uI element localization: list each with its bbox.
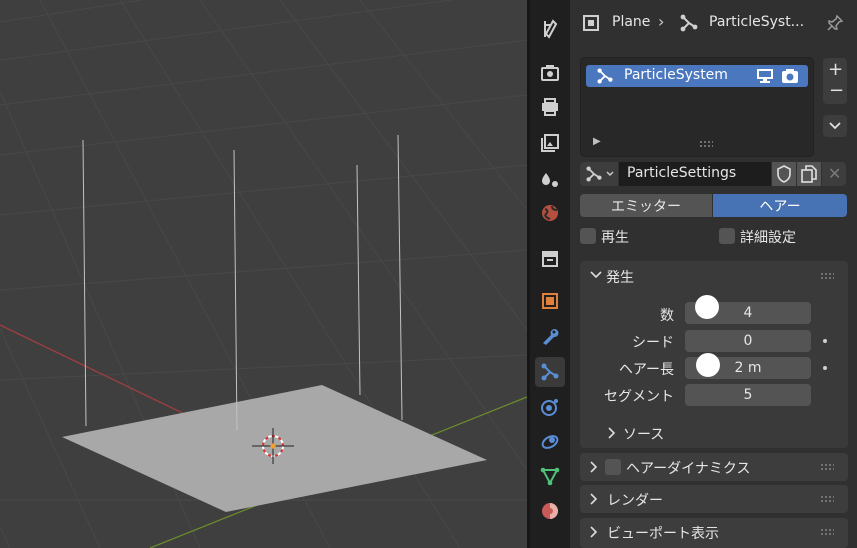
emission-panel-header[interactable]: 発生 — [580, 261, 848, 291]
advanced-label[interactable]: 詳細設定 — [740, 227, 796, 247]
list-item[interactable]: ParticleSystem — [586, 65, 808, 87]
seed-label: シード — [632, 335, 674, 351]
3d-viewport[interactable] — [0, 0, 527, 548]
viewport-display-panel-header[interactable]: ビューポート表示 — [580, 518, 848, 548]
hair-dynamics-panel-header[interactable]: ヘアーダイナミクス — [580, 453, 848, 481]
collection-icon[interactable] — [535, 243, 565, 273]
type-emitter-label[interactable]: エミッター — [580, 196, 712, 216]
breadcrumb-separator-icon: › — [658, 12, 665, 31]
world-icon[interactable] — [535, 198, 565, 228]
hair-length-label: ヘアー長 — [618, 362, 674, 378]
count-label: 数 — [660, 308, 674, 324]
plane-mesh[interactable] — [62, 385, 487, 512]
particles-icon[interactable] — [535, 357, 565, 387]
segments-field[interactable]: 5 — [685, 384, 811, 406]
settings-name-text[interactable]: ParticleSettings — [627, 165, 736, 181]
list-item-label[interactable]: ParticleSystem — [624, 67, 728, 83]
modifier-icon[interactable] — [535, 321, 565, 351]
viewport-scene — [0, 0, 527, 548]
chevron-down-icon — [829, 122, 841, 130]
panel-drag-grip-icon[interactable] — [820, 272, 834, 280]
count-cursor-knob — [695, 295, 719, 319]
shield-icon — [777, 165, 791, 183]
hair-dynamics-checkbox[interactable] — [605, 459, 621, 475]
camera-icon[interactable] — [781, 68, 799, 84]
physics-icon[interactable] — [535, 392, 565, 422]
settings-name-field[interactable]: ParticleSettings — [619, 162, 771, 186]
remove-icon[interactable]: − — [829, 80, 844, 101]
hair-dynamics-title[interactable]: ヘアーダイナミクス — [626, 458, 750, 478]
filter-expand-icon[interactable]: ▶ — [593, 136, 601, 147]
particle-system-list[interactable]: ParticleSystem ▶ — [580, 57, 814, 157]
material-icon[interactable] — [535, 496, 565, 526]
hair-strands — [82, 134, 403, 431]
monitor-icon[interactable] — [756, 68, 774, 84]
seed-field[interactable]: 0 — [685, 330, 811, 352]
viewport-display-panel-title[interactable]: ビューポート表示 — [607, 523, 719, 543]
breadcrumb-object: Plane — [612, 14, 651, 30]
hair-length-keyframe-dot-icon[interactable] — [823, 366, 827, 370]
source-subpanel-title[interactable]: ソース — [623, 424, 664, 444]
object-data-icon[interactable] — [535, 461, 565, 491]
breadcrumb-particle-system: ParticleSyst... — [709, 14, 805, 30]
type-hair-label[interactable]: ヘアー — [713, 196, 847, 216]
copy-icon — [801, 165, 817, 183]
specials-menu-button[interactable] — [823, 115, 847, 137]
add-remove-group: + − — [823, 58, 847, 104]
regrow-checkbox[interactable] — [580, 228, 596, 244]
object-cube-icon — [582, 14, 600, 32]
chevron-right-icon — [590, 526, 598, 538]
browse-settings-button[interactable] — [580, 162, 618, 186]
particle-settings-icon — [586, 166, 602, 182]
advanced-checkbox[interactable] — [719, 228, 735, 244]
emission-panel-title[interactable]: 発生 — [606, 267, 634, 287]
source-subpanel-header[interactable]: ソース — [600, 421, 800, 445]
chevron-down-icon — [606, 171, 614, 176]
panel-drag-grip-icon[interactable] — [820, 528, 834, 536]
render-icon[interactable] — [535, 58, 565, 88]
unlink-button[interactable]: ✕ — [822, 162, 846, 186]
panel-drag-grip-icon[interactable] — [820, 463, 834, 471]
properties-editor: Plane › ParticleSyst... ParticleSystem ▶… — [570, 0, 857, 548]
constraints-icon[interactable] — [535, 426, 565, 456]
chevron-right-icon — [608, 427, 616, 439]
pin-icon[interactable] — [826, 14, 844, 32]
scene-icon[interactable] — [535, 164, 565, 194]
fake-user-button[interactable] — [772, 162, 796, 186]
view-layer-icon[interactable] — [535, 128, 565, 158]
render-panel-header[interactable]: レンダー — [580, 485, 848, 513]
particle-system-icon — [679, 13, 699, 33]
segments-label: セグメント — [604, 389, 674, 405]
hair-length-cursor-knob — [696, 353, 720, 377]
add-icon[interactable]: + — [828, 59, 843, 80]
chevron-down-icon — [590, 271, 602, 279]
type-emitter-button[interactable]: エミッター — [580, 194, 712, 217]
properties-tab-bar — [530, 0, 570, 548]
tool-icon[interactable] — [535, 14, 565, 44]
particle-system-icon — [596, 67, 614, 85]
type-hair-button[interactable]: ヘアー — [713, 194, 847, 217]
render-panel-title[interactable]: レンダー — [607, 490, 663, 510]
list-resize-grip-icon[interactable] — [699, 140, 713, 148]
object-icon[interactable] — [535, 286, 565, 316]
panel-drag-grip-icon[interactable] — [820, 495, 834, 503]
chevron-right-icon — [590, 493, 598, 505]
regrow-label[interactable]: 再生 — [601, 227, 629, 247]
close-icon: ✕ — [828, 164, 842, 183]
chevron-right-icon — [590, 461, 598, 473]
output-icon[interactable] — [535, 92, 565, 122]
duplicate-button[interactable] — [797, 162, 821, 186]
seed-keyframe-dot-icon[interactable] — [823, 339, 827, 343]
